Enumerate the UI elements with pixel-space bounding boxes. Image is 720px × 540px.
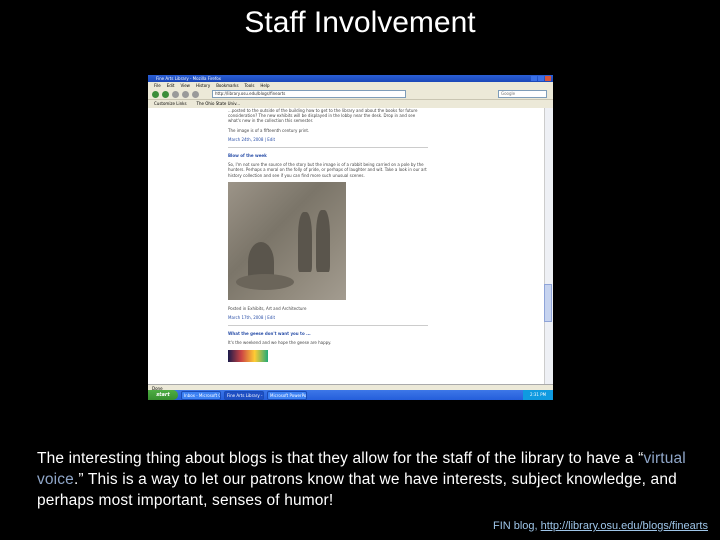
menu-history[interactable]: History: [196, 82, 210, 89]
window-titlebar[interactable]: Fine Arts Library - Mozilla Firefox: [148, 75, 553, 82]
post-heading[interactable]: Blow of the week: [228, 153, 428, 158]
source-citation: FIN blog, http://library.osu.edu/blogs/f…: [493, 520, 708, 532]
source-label: FIN blog,: [492, 520, 541, 532]
start-button[interactable]: start: [148, 390, 178, 400]
search-input[interactable]: Google: [498, 90, 547, 98]
bookmark-item[interactable]: Customize Links: [154, 100, 187, 108]
slide-caption: The interesting thing about blogs is tha…: [37, 448, 697, 511]
minimize-icon[interactable]: [531, 76, 537, 81]
figure-shape: [298, 211, 312, 272]
blog-page: ...posted to the outside of the building…: [148, 108, 545, 384]
taskbar: start Inbox - Microsoft Outlo... Fine Ar…: [148, 390, 553, 400]
caption-text: The interesting thing about blogs is tha…: [37, 450, 644, 467]
taskbar-button[interactable]: Inbox - Microsoft Outlo...: [181, 390, 221, 400]
vertical-scrollbar[interactable]: [544, 108, 553, 384]
close-icon[interactable]: [545, 76, 551, 81]
post-paragraph: ...posted to the outside of the building…: [228, 108, 418, 124]
menu-bar: File Edit View History Bookmarks Tools H…: [148, 82, 553, 89]
menu-edit[interactable]: Edit: [167, 82, 175, 89]
post-heading[interactable]: What the geese don't want you to ...: [228, 331, 428, 336]
system-tray-clock: 2:31 PM: [523, 390, 553, 400]
blog-post-column: ...posted to the outside of the building…: [228, 108, 428, 362]
bookmark-item[interactable]: The Ohio State Univ...: [197, 100, 241, 108]
post-image: [228, 181, 346, 300]
divider: [228, 325, 428, 327]
post-paragraph: The image is of a fifteenth century prin…: [228, 127, 310, 133]
reload-icon[interactable]: [172, 90, 179, 98]
source-link[interactable]: http://library.osu.edu/blogs/finearts: [541, 520, 708, 532]
figure-shape: [316, 209, 330, 272]
post-meta: Posted in Exhibits, Art and Architecture: [228, 305, 307, 311]
post-meta[interactable]: March 17th, 2008 | Edit: [228, 315, 428, 320]
address-bar[interactable]: http://library.osu.edu/blogs/finearts: [212, 90, 406, 98]
taskbar-button[interactable]: Fine Arts Library - Moz...: [224, 390, 264, 400]
figure-shape: [236, 273, 294, 290]
post-paragraph: It's the weekend and we hope the geese a…: [228, 340, 332, 346]
taskbar-button[interactable]: Microsoft PowerPoint: [267, 390, 307, 400]
window-title: Fine Arts Library - Mozilla Firefox: [156, 76, 221, 81]
caption-text: .” This is a way to let our patrons know…: [37, 471, 677, 509]
menu-help[interactable]: Help: [260, 82, 269, 89]
menu-view[interactable]: View: [180, 82, 190, 89]
maximize-icon[interactable]: [538, 76, 544, 81]
slide-title: Staff Involvement: [244, 6, 476, 39]
forward-icon[interactable]: [162, 90, 169, 98]
back-icon[interactable]: [152, 90, 159, 98]
stop-icon[interactable]: [182, 90, 189, 98]
menu-tools[interactable]: Tools: [245, 82, 255, 89]
divider: [228, 147, 428, 149]
post-thumbnail: [228, 349, 268, 362]
home-icon[interactable]: [192, 90, 199, 98]
scrollbar-thumb[interactable]: [544, 284, 552, 322]
menu-bookmarks[interactable]: Bookmarks: [216, 82, 238, 89]
post-paragraph: So, I'm not sure the source of the story…: [228, 162, 427, 178]
window-controls: [531, 76, 551, 81]
navigation-toolbar: http://library.osu.edu/blogs/finearts Go…: [148, 89, 553, 100]
menu-file[interactable]: File: [154, 82, 161, 89]
post-meta[interactable]: March 24th, 2008 | Edit: [228, 137, 428, 142]
browser-screenshot: Fine Arts Library - Mozilla Firefox File…: [148, 75, 553, 400]
